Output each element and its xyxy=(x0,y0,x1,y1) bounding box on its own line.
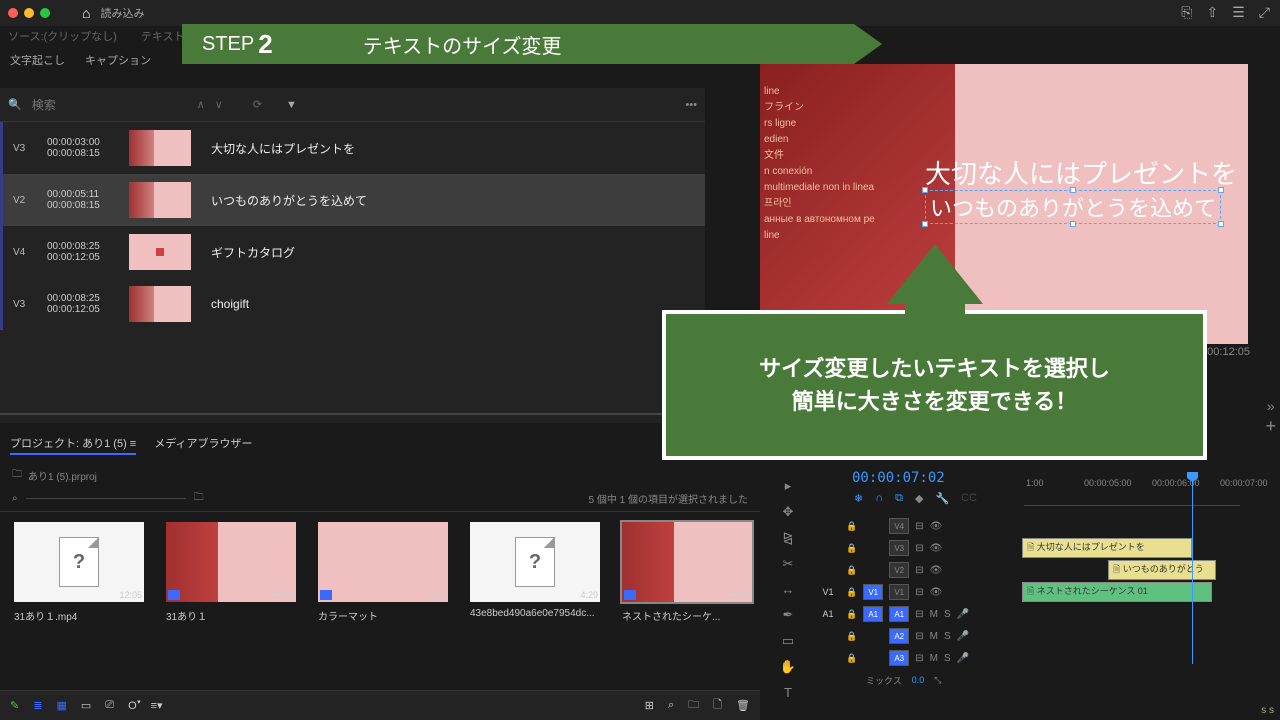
import-label[interactable]: 読み込み xyxy=(100,5,144,21)
tab-text[interactable]: テキスト xyxy=(141,28,185,44)
pen-icon[interactable]: ✎ xyxy=(10,699,19,712)
new-item-icon[interactable]: 🗋 xyxy=(713,696,722,715)
step-label: STEP xyxy=(202,33,254,56)
callout-box: サイズ変更したいテキストを選択し 簡単に大きさを変更できる！ xyxy=(662,310,1207,460)
project-filename: あり1 (5).prproj xyxy=(28,468,97,483)
project-panel: プロジェクト: あり1 (5) ≡ メディアブラウザー 🗀 あり1 (5).prp… xyxy=(0,425,760,675)
quick-export-icon[interactable]: ⎘ xyxy=(1181,4,1192,21)
minimize-window-icon[interactable] xyxy=(24,8,34,18)
video-track-row[interactable]: V2⊟👁🗎 いつものありがとう xyxy=(810,559,1240,581)
maximize-window-icon[interactable] xyxy=(40,8,50,18)
mix-track: ミックス 0.0 ⤡ xyxy=(810,669,1240,691)
mix-value[interactable]: 0.0 xyxy=(912,675,925,685)
subtab-transcript[interactable]: 文字起こし xyxy=(10,52,65,68)
window-titlebar: ⌂ 読み込み ⎘ ⇧ ☰ ⤢ xyxy=(0,0,1280,26)
preview-text-2-selected[interactable]: いつものありがとうを込めて xyxy=(925,190,1221,224)
razor-tool-icon[interactable]: ✂ xyxy=(783,556,794,572)
step-title: テキストのサイズ変更 xyxy=(363,30,562,59)
snap-icon[interactable]: ❄ xyxy=(854,492,863,505)
project-item[interactable]: 12:05ネストされたシーケ... xyxy=(622,522,752,623)
footer-ss: s s xyxy=(1261,705,1274,716)
find-icon[interactable]: ⊞ xyxy=(645,699,654,712)
playhead[interactable] xyxy=(1192,474,1193,664)
magnet-icon[interactable]: ∩ xyxy=(875,492,883,505)
tab-media-browser[interactable]: メディアブラウザー xyxy=(154,435,252,455)
workspace-menu-icon[interactable]: ☰ xyxy=(1232,4,1245,21)
preview-text-1[interactable]: 大切な人にはプレゼントを xyxy=(925,154,1237,191)
program-monitor: lineフラインrs ligneedien文件n conexiónmultime… xyxy=(760,64,1248,344)
project-item[interactable]: ?4;2943e8bed490a6e0e7954dc... xyxy=(470,522,600,623)
audio-track-row[interactable]: A2⊟MS🎤 xyxy=(810,625,1240,647)
cc-icon[interactable]: CC xyxy=(961,492,977,505)
text-item[interactable]: V300:00:03:0000:00:08:15大切な人にはプレゼントを xyxy=(0,122,705,174)
step-number: 2 xyxy=(258,29,272,60)
project-item[interactable]: ?12:0531あり１.mp4 xyxy=(14,522,144,623)
video-track-row[interactable]: V1V1V1⊟👁🗎 ネストされたシーケンス 01 xyxy=(810,581,1240,603)
callout-line2: 簡単に大きさを変更できる！ xyxy=(792,385,1078,418)
icon-view-icon[interactable]: ▦ xyxy=(56,699,66,712)
share-icon[interactable]: ⇧ xyxy=(1207,4,1219,21)
step-banner: STEP 2 テキストのサイズ変更 xyxy=(182,24,882,64)
tab-source[interactable]: ソース:(クリップなし) xyxy=(8,28,117,44)
list-view-icon[interactable]: ≣ xyxy=(33,699,42,712)
search-icon[interactable]: 🔍 xyxy=(8,98,22,111)
project-item[interactable]: 12:0531あり１ xyxy=(166,522,296,623)
project-toolbar: ✎ ≣ ▦ ▭ ⎚ O▾ ≡▾ ⊞ ⌕ 🗀 🗋 🗑 xyxy=(0,690,760,720)
fullscreen-icon[interactable]: ⤢ xyxy=(1259,4,1270,21)
selection-status: 5 個中 1 個の項目が選択されました xyxy=(589,491,748,506)
search-input[interactable] xyxy=(32,98,187,112)
expand-icon[interactable]: ⤡ xyxy=(934,675,941,686)
slip-tool-icon[interactable]: ↔ xyxy=(782,582,795,597)
rectangle-tool-icon[interactable]: ▭ xyxy=(782,633,794,649)
prev-icon[interactable]: ∧ xyxy=(197,98,205,111)
freeform-view-icon[interactable]: ▭ xyxy=(81,699,91,712)
more-icon[interactable]: ••• xyxy=(685,99,697,111)
timeline-ruler[interactable]: 1:00 00:00:05:00 00:00:06:00 00:00:07:00 xyxy=(1024,478,1240,506)
timeline-tools: ▸ ✥ ⧎ ✂ ↔ ✒ ▭ ✋ T xyxy=(775,478,801,700)
delete-icon[interactable]: 🗑 xyxy=(736,699,750,712)
project-item[interactable]: 5:00カラーマット xyxy=(318,522,448,623)
pen-tool-icon[interactable]: ✒ xyxy=(783,607,794,623)
callout-line1: サイズ変更したいテキストを選択し xyxy=(759,352,1110,385)
video-track-row[interactable]: V4⊟👁 xyxy=(810,515,1240,537)
new-bin-icon[interactable]: 🗀 xyxy=(688,696,699,715)
ripple-edit-icon[interactable]: ⧎ xyxy=(783,530,794,546)
refresh-icon[interactable]: ⟳ xyxy=(253,98,262,111)
text-search-bar: 🔍 ∧ ∨ ⟳ ▼ ••• xyxy=(0,88,705,122)
text-panel: 🔍 ∧ ∨ ⟳ ▼ ••• V300:00:03:0000:00:08:15大切… xyxy=(0,88,705,423)
bin-icon[interactable]: 🗀 xyxy=(194,490,204,507)
track-select-icon[interactable]: ✥ xyxy=(783,504,794,520)
marker-icon[interactable]: ◆ xyxy=(915,492,923,505)
settings-icon[interactable]: 🔧 xyxy=(935,492,949,505)
type-tool-icon[interactable]: T xyxy=(784,685,792,700)
panel-collapse[interactable]: »+ xyxy=(1265,398,1276,437)
selection-tool-icon[interactable]: ▸ xyxy=(785,478,792,494)
filter-icon[interactable]: ▼ xyxy=(286,99,297,111)
zoom-slider-track xyxy=(0,413,695,415)
search-icon[interactable]: ⌕ xyxy=(12,493,18,504)
text-item[interactable]: V200:00:05:1100:00:08:15いつものありがとうを込めて xyxy=(0,174,705,226)
audio-track-row[interactable]: A1A1A1⊟MS🎤 xyxy=(810,603,1240,625)
tab-project[interactable]: プロジェクト: あり1 (5) ≡ xyxy=(10,435,136,455)
audio-track-row[interactable]: A3⊟MS🎤 xyxy=(810,647,1240,669)
video-track-row[interactable]: V3⊟👁🗎 大切な人にはプレゼントを xyxy=(810,537,1240,559)
mix-label: ミックス xyxy=(866,674,902,687)
callout-arrow-icon xyxy=(887,244,983,304)
sort-icon[interactable]: ⎚ xyxy=(105,699,114,712)
menu-icon[interactable]: ≡▾ xyxy=(151,699,163,712)
linked-icon[interactable]: ⧉ xyxy=(895,492,903,505)
hand-tool-icon[interactable]: ✋ xyxy=(780,659,796,675)
automate-icon[interactable]: O▾ xyxy=(128,700,137,712)
next-icon[interactable]: ∨ xyxy=(215,98,223,111)
search-icon[interactable]: ⌕ xyxy=(668,699,674,712)
text-item[interactable]: V300:00:08:2500:00:12:05choigift xyxy=(0,278,705,330)
subtab-caption[interactable]: キャプション xyxy=(85,52,151,68)
timeline-panel: 00:00:07:02 ❄ ∩ ⧉ ◆ 🔧 CC 1:00 00:00:05:0… xyxy=(810,468,1240,688)
close-window-icon[interactable] xyxy=(8,8,18,18)
folder-icon: 🗀 xyxy=(12,467,22,484)
home-icon[interactable]: ⌂ xyxy=(82,5,90,21)
text-item[interactable]: V400:00:08:2500:00:12:05ギフトカタログ xyxy=(0,226,705,278)
